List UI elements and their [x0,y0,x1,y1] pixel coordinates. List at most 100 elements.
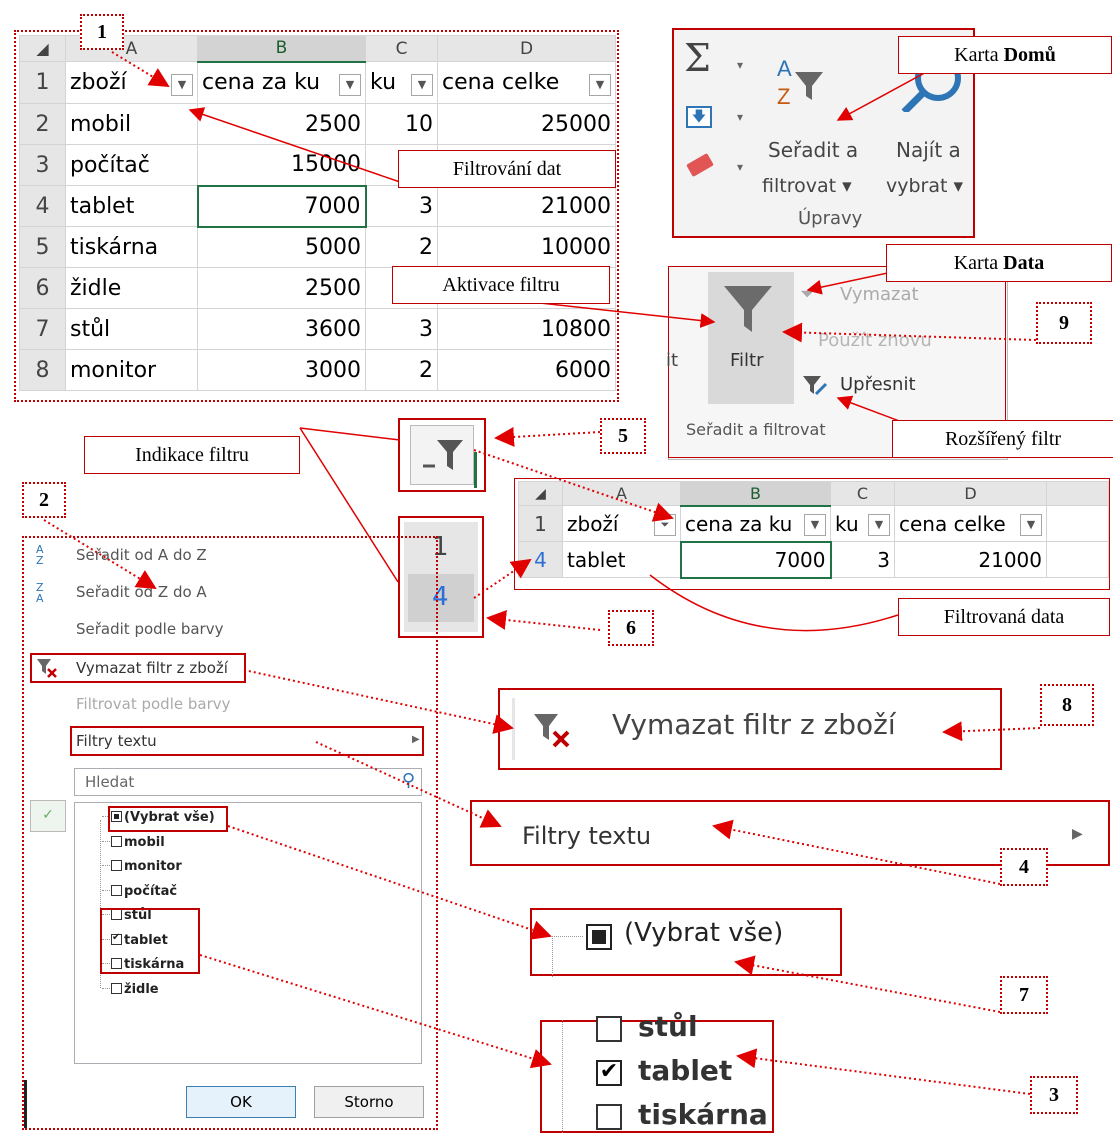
header-cell-cena[interactable]: cena za ku ▼ [197,61,366,104]
header-cell-cena-celkem[interactable]: cena celke ▼ [437,61,616,104]
sum-icon[interactable]: Σ [684,36,711,80]
col-header-d[interactable]: D [894,481,1047,506]
col-header-b[interactable]: B [197,35,366,63]
cell[interactable]: tiskárna [65,226,198,268]
col-header-b[interactable]: B [680,481,831,507]
row-header[interactable]: 7 [19,308,66,350]
header-cell-zbozi[interactable]: zboží ⏷ [562,505,681,542]
cell[interactable]: 3 [365,308,438,350]
clear-label[interactable]: Vymazat [840,284,919,305]
cell[interactable]: 21000 [894,541,1047,578]
cell[interactable]: 10800 [437,308,616,350]
row-header[interactable]: 1 [19,61,66,104]
filter-indicator-icon[interactable] [410,425,474,485]
cell[interactable]: 21000 [437,185,616,227]
filter-dropdown-button[interactable]: ▼ [589,73,611,96]
cell[interactable]: 3600 [197,308,366,350]
cell[interactable]: monitor [65,349,198,391]
cell[interactable]: mobil [65,103,198,145]
active-filter-dropdown-button[interactable]: ⏷ [654,513,676,536]
cell[interactable]: židle [65,267,198,309]
cell[interactable]: tablet [65,185,198,227]
sort-za-icon: ZA [36,581,44,605]
select-all-corner[interactable]: ◢ [518,481,563,506]
cell[interactable]: 15000 [197,144,366,186]
row-header[interactable]: 2 [19,103,66,145]
cell[interactable]: stůl [65,308,198,350]
row-header[interactable]: 4 [19,185,66,227]
menu-text-filters[interactable]: Filtry textu [76,732,157,750]
menu-clear-filter[interactable]: Vymazat filtr z zboží [76,659,228,677]
row-header[interactable]: 3 [19,144,66,186]
fill-down-icon[interactable]: 🡇 [686,106,712,128]
tablet-highlight [100,908,200,974]
search-input[interactable]: Hledat ⚲ [74,768,422,796]
header-cell-ku[interactable]: ku ▼ [365,61,438,104]
cancel-button[interactable]: Storno [314,1086,424,1118]
col-header-empty[interactable] [1046,481,1109,506]
menu-sort-az[interactable]: Seřadit od A do Z [76,546,207,564]
filter-list-item-label: monitor [124,859,182,874]
cell[interactable]: 3 [830,541,895,578]
reapply-label[interactable]: Použít znovu [818,330,932,351]
menu-sort-by-color[interactable]: Seřadit podle barvy [76,620,223,638]
col-header-d[interactable]: D [437,35,616,62]
header-cell-cena-celkem[interactable]: cena celke ▼ [894,505,1047,542]
eraser-dropdown-icon[interactable]: ▾ [737,160,743,174]
checkbox[interactable] [111,982,122,994]
header-cell-cena[interactable]: cena za ku ▼ [680,505,831,542]
cell[interactable]: 10000 [437,226,616,268]
empty-cell[interactable] [1046,541,1109,578]
sort-filter-button-label[interactable]: Seřadit a filtrovat ▾ [762,132,858,204]
menu-filter-by-color[interactable]: Filtrovat podle barvy [76,695,231,713]
row-header[interactable]: 8 [19,349,66,391]
filter-dropdown-button[interactable]: ▼ [1020,513,1042,536]
zoom-tiskarna-checkbox [596,1104,622,1130]
cell-selected[interactable]: 7000 [196,184,367,228]
cell[interactable]: 3 [365,185,438,227]
filter-list-item[interactable]: židle [102,982,159,997]
empty-cell[interactable] [1046,505,1109,542]
cell[interactable]: 3000 [197,349,366,391]
sort-az-filter-icon[interactable]: AZ [775,52,825,112]
filter-list-item[interactable]: počítač [102,884,177,899]
menu-sort-za[interactable]: Seřadit od Z do A [76,583,207,601]
cell[interactable]: 6000 [437,349,616,391]
cell[interactable]: 2500 [197,103,366,145]
cell[interactable]: 25000 [437,103,616,145]
filter-dropdown-button[interactable]: ▼ [804,513,826,536]
ok-button[interactable]: OK [186,1086,296,1118]
fill-dropdown-icon[interactable]: ▾ [737,110,743,124]
row-header[interactable]: 5 [19,226,66,268]
checkbox[interactable] [111,860,122,871]
row-header[interactable]: 6 [19,267,66,309]
table-row: 2 mobil 2500 10 25000 [19,103,616,145]
col-header-c[interactable]: C [365,35,438,62]
row-header-filtered[interactable]: 4 [518,541,563,578]
filter-list-item[interactable]: monitor [102,859,182,874]
col-header-a[interactable]: A [562,481,681,506]
row-header[interactable]: 1 [518,505,563,542]
filter-dropdown-button[interactable]: ▼ [411,73,433,96]
checkbox[interactable] [111,835,122,847]
col-header-c[interactable]: C [830,481,895,506]
cell[interactable]: 2500 [197,267,366,309]
cell[interactable]: 5000 [197,226,366,268]
find-select-button-label[interactable]: Najít a vybrat ▾ [886,132,963,204]
cell[interactable]: 2 [365,349,438,391]
cell-selected[interactable]: 7000 [679,540,832,579]
cell[interactable]: počítač [65,144,198,186]
sum-dropdown-icon[interactable]: ▾ [737,58,743,72]
cell[interactable]: 2 [365,226,438,268]
filter-dropdown-button[interactable]: ▼ [339,73,361,96]
select-all-corner[interactable]: ◢ [19,35,66,62]
cell[interactable]: tablet [562,541,681,578]
advanced-label[interactable]: Upřesnit [840,374,916,395]
filter-dropdown-button[interactable]: ▼ [868,513,890,536]
header-cell-ku[interactable]: ku ▼ [830,505,895,542]
filter-dropdown-button[interactable]: ▼ [171,73,193,96]
header-cell-zbozi[interactable]: zboží ▼ [65,61,198,104]
checkbox[interactable] [111,884,122,896]
filter-list-item[interactable]: mobil [102,835,165,850]
cell[interactable]: 10 [365,103,438,145]
